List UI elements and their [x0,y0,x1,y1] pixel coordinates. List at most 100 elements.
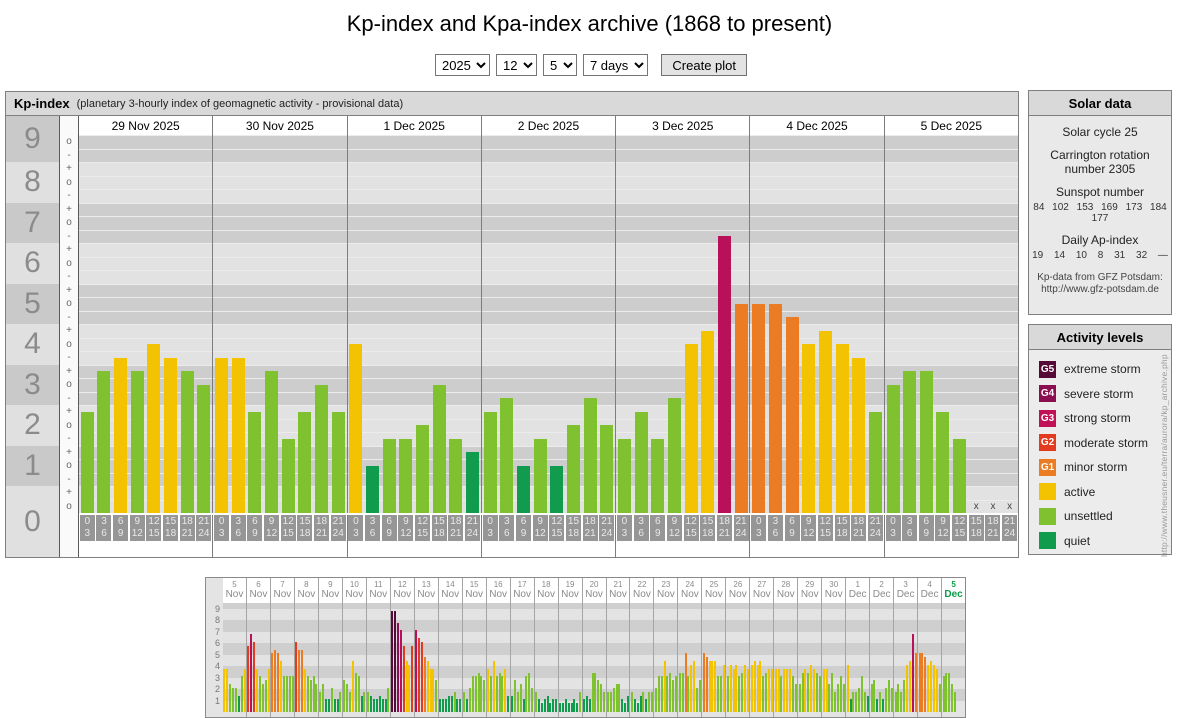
overview-day-column [271,603,295,717]
day-select[interactable]: 5 [542,54,577,76]
legend-color-swatch: G4 [1039,385,1056,403]
hour-label: 15 18 [700,515,716,541]
bar-slot [230,135,247,513]
y-axis-number: 4 [6,324,59,365]
hour-label: 12 15 [952,515,968,541]
hour-label: 9 12 [264,515,280,541]
overview-day-label: 19 Nov [559,578,583,603]
bar-slot [901,135,918,513]
hour-label-group: 0 3 3 6 6 9 9 12 12 15 15 18 18 21 21 24 [750,515,885,557]
bar-slot [96,135,113,513]
hour-end: 15 [148,528,160,539]
bar-slot [935,135,952,513]
hour-start: 3 [235,516,242,527]
legend-row: active [1039,480,1171,505]
overview-day-column [535,603,559,717]
kp-bar [80,412,94,513]
legend-row: G4 severe storm [1039,382,1171,407]
hour-end: 21 [450,528,462,539]
bar-slot [381,135,398,513]
y-axis-tick: + [66,365,72,377]
hour-label: 9 12 [398,515,414,541]
overview-day-label: 18 Nov [535,578,559,603]
kp-bar [215,358,229,513]
y-axis-tick: - [67,190,71,201]
bar-slot [162,135,179,513]
activity-legend: G5 extreme storm G4 severe storm G3 strong st… [1029,350,1171,553]
hour-start: 12 [416,516,429,527]
overview-day-number: 1 [855,580,860,589]
hour-label: 36 [499,515,515,541]
overview-day-month: Nov [249,589,268,600]
overview-bar-slot [842,684,845,712]
hour-start: 9 [134,516,141,527]
overview-day-column [559,603,583,717]
date-label: 5 Dec 2025 [920,118,983,133]
overview-day-column [630,603,655,717]
hour-label: 9 12 [532,515,548,541]
overview-day-label: 29 Nov [798,578,823,603]
hour-label-group: 0 3 3 6 6 9 9 12 12 15 15 18 18 21 21 24 [348,515,482,557]
date-label: 4 Dec 2025 [750,116,885,135]
hour-label: 03 [885,515,901,541]
kp-bar [785,317,799,513]
overview-day-number: 18 [541,580,551,589]
kp-bar [315,385,329,513]
year-select[interactable]: 2025 [434,54,490,76]
hour-end: 9 [252,528,258,539]
hour-end: 6 [906,528,913,539]
hour-start: 6 [520,516,527,527]
date-label: 30 Nov 2025 [213,116,348,135]
hour-label-group: 0 3 3 6 6 9 9 12 12 15 15 18 18 21 21 24 [616,515,751,557]
overview-day-month: Nov [728,589,747,600]
hour-label: 21 24 [733,515,749,541]
overview-day-label: 27 Nov [750,578,775,603]
overview-day-label: 5 Nov [223,578,247,603]
overview-y-label: 8 [214,615,220,625]
kp-bar [516,466,530,513]
overview-day-column [367,603,391,717]
overview-day-number: 5 [951,580,956,589]
overview-day-number: 2 [879,580,884,589]
bar-slot [885,135,902,513]
overview-bar-slot [627,696,630,712]
bar-slot [548,135,565,513]
bar-slot [951,135,968,513]
overview-day-label: 20 Nov [583,578,607,603]
y-axis-tick: + [66,446,72,458]
overview-kp-bar [770,669,773,712]
overview-bar-slot [411,646,414,712]
kp-bar [818,331,832,513]
kp-bar [197,385,211,513]
overview-bar-slot [387,688,390,712]
hour-label: 12 15 [146,515,162,541]
hour-label: 15 18 [834,515,850,541]
overview-day-month: Nov [369,589,388,600]
overview-day-label: 23 Nov [654,578,679,603]
create-plot-button[interactable]: Create plot [661,54,748,76]
overview-day-number: 4 [927,580,932,589]
bar-slot [213,135,230,513]
overview-bar-slot [531,688,534,712]
hour-end: 9 [923,528,930,539]
overview-bar-slot [507,696,510,712]
overview-day-label: 30 Nov [822,578,847,603]
overview-kp-bar [579,692,582,712]
overview-bar-slot [483,680,486,712]
range-select[interactable]: 7 days [582,54,648,76]
bar-slot: x [1001,135,1018,513]
hour-end: 9 [789,528,795,539]
hour-end: 12 [668,528,680,539]
y-axis-tick: - [67,149,71,161]
overview-day-column [415,603,439,717]
kp-bar [114,358,128,513]
overview-kp-bar [339,692,342,712]
hour-label: 36 [767,515,783,541]
bar-slot [616,135,633,513]
month-select[interactable]: 12 [495,54,537,76]
hour-end: 18 [433,528,445,539]
legend-row: quiet [1039,529,1171,554]
legend-label: severe storm [1064,386,1134,401]
kp-bar [331,412,345,513]
kp-bar [281,439,295,513]
